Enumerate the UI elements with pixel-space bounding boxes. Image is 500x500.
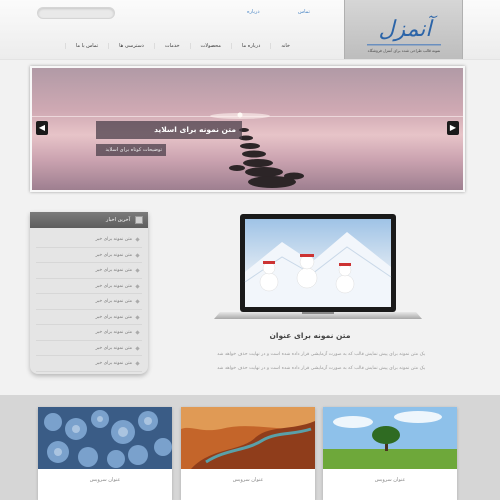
card-title: عنوان سرویس	[232, 477, 264, 483]
news-sidebar: آخرین اخبار متن نمونه برای خبر متن نمونه…	[30, 212, 148, 374]
search-field[interactable]	[37, 7, 115, 27]
nav-item-products[interactable]: محصولات	[189, 43, 231, 49]
slide-title: متن نمونه برای اسلاید	[96, 121, 242, 139]
card-title: عنوان سرویس	[89, 477, 121, 483]
feature-line: یک متن نمونه برای پیش نمایش قالب که به ص…	[217, 352, 425, 357]
header-divider	[0, 59, 500, 60]
chevron-right-icon: ▶	[449, 123, 457, 132]
sidebar-item[interactable]: متن نمونه برای خبر	[36, 356, 142, 372]
sidebar-item[interactable]: متن نمونه برای خبر	[36, 294, 142, 310]
card-title: عنوان سرویس	[374, 477, 406, 483]
image-slider: متن نمونه برای اسلاید توضیحات کوتاه برای…	[30, 66, 465, 192]
sidebar-item[interactable]: متن نمونه برای خبر	[36, 232, 142, 248]
nav-item-services[interactable]: خدمات	[153, 43, 190, 49]
feature-line: یک متن نمونه برای پیش نمایش قالب که به ص…	[217, 366, 425, 371]
sidebar-list: متن نمونه برای خبر متن نمونه برای خبر مت…	[30, 228, 148, 372]
slider-next-button[interactable]: ▶	[447, 121, 459, 135]
sidebar-item[interactable]: متن نمونه برای خبر	[36, 263, 142, 279]
nav-item-about[interactable]: درباره ما	[230, 43, 270, 49]
sidebar-header: آخرین اخبار	[30, 212, 148, 228]
slider-prev-button[interactable]: ◀	[36, 121, 48, 135]
logo-mark: آنمزل نمونه قالب طراحی شده برای آنمزل فر…	[367, 15, 441, 53]
sidebar-title: آخرین اخبار	[106, 217, 130, 223]
header-link-contact[interactable]: تماس	[298, 9, 310, 15]
main-nav: خانه درباره ما محصولات خدمات دسترسی ها ت…	[30, 36, 342, 56]
nav-item-home[interactable]: خانه	[270, 43, 300, 49]
slide-subtitle: توضیحات کوتاه برای اسلاید	[96, 144, 166, 156]
sidebar-item[interactable]: متن نمونه برای خبر	[36, 325, 142, 341]
sidebar-item[interactable]: متن نمونه برای خبر	[36, 310, 142, 325]
service-card[interactable]: عنوان سرویس	[181, 407, 315, 500]
logo-text: آنمزل	[378, 15, 438, 42]
nav-item-access[interactable]: دسترسی ها	[108, 43, 154, 49]
sidebar-item[interactable]: متن نمونه برای خبر	[36, 248, 142, 263]
header-link-about[interactable]: درباره	[247, 9, 260, 15]
feature-body: یک متن نمونه برای پیش نمایش قالب که به ص…	[165, 348, 425, 376]
site-logo[interactable]: آنمزل نمونه قالب طراحی شده برای آنمزل فر…	[344, 0, 463, 59]
card-image-canyon	[181, 407, 315, 469]
search-input[interactable]	[38, 17, 114, 27]
card-image-hydrangea	[38, 407, 172, 469]
laptop-image	[214, 214, 422, 319]
feature-laptop	[212, 212, 424, 328]
logo-tagline: نمونه قالب طراحی شده برای آنمزل فروشگاه	[368, 48, 441, 53]
card-image-tree	[323, 407, 457, 469]
news-icon	[135, 216, 143, 224]
sidebar-item[interactable]: متن نمونه برای خبر	[36, 341, 142, 356]
service-card[interactable]: عنوان سرویس	[323, 407, 457, 500]
service-card[interactable]: عنوان سرویس	[38, 407, 172, 500]
nav-item-contact[interactable]: تماس با ما	[64, 43, 108, 49]
chevron-left-icon: ◀	[38, 123, 46, 132]
feature-title[interactable]: متن نمونه برای عنوان	[210, 331, 410, 340]
sidebar-item[interactable]: متن نمونه برای خبر	[36, 279, 142, 294]
